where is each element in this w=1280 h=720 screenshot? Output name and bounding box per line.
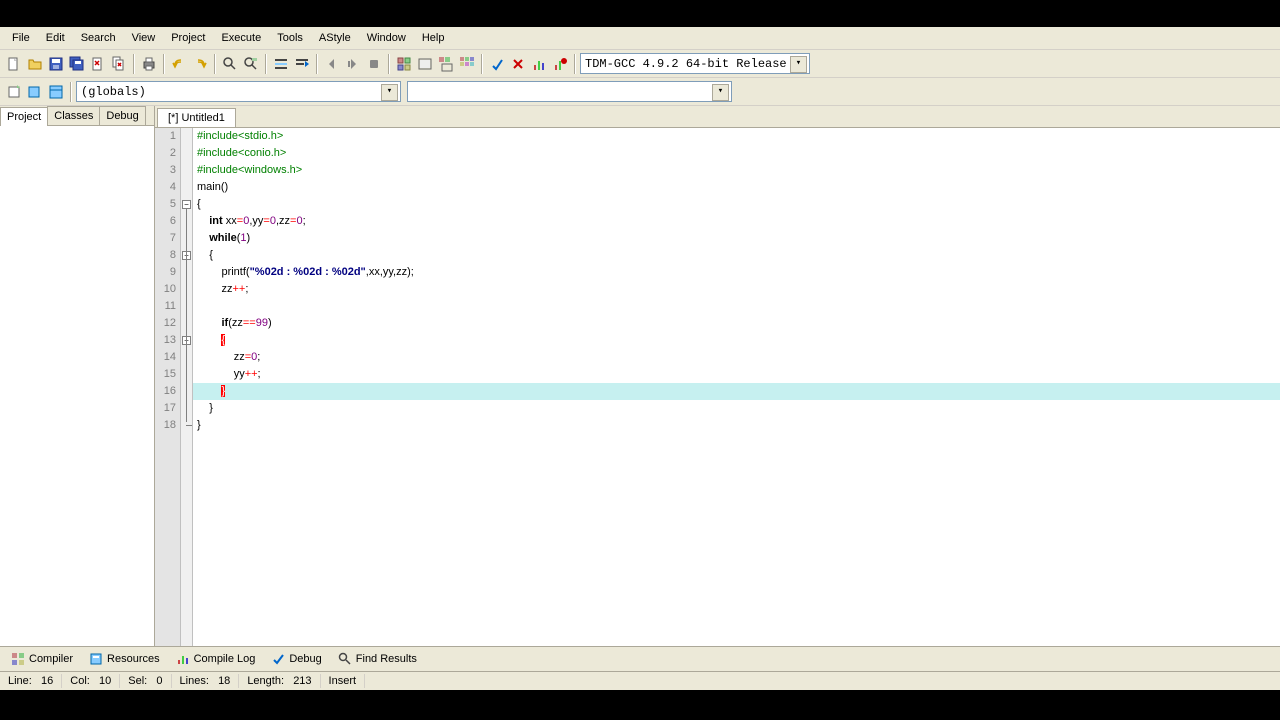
code-line[interactable]: printf("%02d : %02d : %02d",xx,yy,zz); [193, 264, 1280, 281]
compile-button[interactable] [394, 54, 414, 74]
rebuild-button[interactable] [457, 54, 477, 74]
close-button[interactable] [88, 54, 108, 74]
new-file-button[interactable] [4, 54, 24, 74]
save-all-button[interactable] [67, 54, 87, 74]
bottom-tab-find-results[interactable]: Find Results [331, 649, 424, 669]
file-tab[interactable]: [*] Untitled1 [157, 108, 236, 127]
menu-astyle[interactable]: AStyle [311, 29, 359, 47]
bottom-tab-compiler[interactable]: Compiler [4, 649, 80, 669]
nav-back-button[interactable] [322, 54, 342, 74]
menu-edit[interactable]: Edit [38, 29, 73, 47]
code-line[interactable]: yy++; [193, 366, 1280, 383]
bottom-tab-debug[interactable]: Debug [264, 649, 328, 669]
code-line[interactable]: while(1) [193, 230, 1280, 247]
save-button[interactable] [46, 54, 66, 74]
code-line[interactable]: #include<conio.h> [193, 145, 1280, 162]
nav-stop-button[interactable] [364, 54, 384, 74]
side-tab-debug[interactable]: Debug [99, 106, 145, 125]
code-line[interactable]: zz=0; [193, 349, 1280, 366]
nav-forward-button[interactable] [343, 54, 363, 74]
menu-project[interactable]: Project [163, 29, 213, 47]
side-tab-classes[interactable]: Classes [47, 106, 100, 125]
menu-search[interactable]: Search [73, 29, 124, 47]
menu-help[interactable]: Help [414, 29, 453, 47]
stop-button[interactable] [508, 54, 528, 74]
code-body[interactable]: #include<stdio.h>#include<conio.h>#inclu… [193, 128, 1280, 646]
redo-button[interactable] [190, 54, 210, 74]
find-button[interactable] [220, 54, 240, 74]
file-tabs: [*] Untitled1 [155, 106, 1280, 128]
run-button[interactable] [415, 54, 435, 74]
code-line[interactable]: zz++; [193, 281, 1280, 298]
status-length: Length: 213 [239, 674, 320, 688]
print-button[interactable] [139, 54, 159, 74]
code-line[interactable]: { [193, 332, 1280, 349]
scope-select[interactable]: (globals) [76, 81, 401, 102]
bottom-tabs: CompilerResourcesCompile LogDebugFind Re… [0, 646, 1280, 671]
delete-profile-button[interactable] [550, 54, 570, 74]
debug-button[interactable] [487, 54, 507, 74]
app-window: FileEditSearchViewProjectExecuteToolsASt… [0, 27, 1280, 690]
editor-area: [*] Untitled1 12345678910111213141516171… [155, 106, 1280, 646]
status-line: Line: 16 [0, 674, 62, 688]
compiler-select[interactable]: TDM-GCC 4.9.2 64-bit Release [580, 53, 810, 74]
line-gutter: 123456789101112131415161718 [155, 128, 181, 646]
code-line[interactable]: if(zz==99) [193, 315, 1280, 332]
side-panel: ProjectClassesDebug [0, 106, 155, 646]
code-line[interactable]: } [193, 417, 1280, 434]
bottom-tab-resources[interactable]: Resources [82, 649, 167, 669]
code-line[interactable]: #include<stdio.h> [193, 128, 1280, 145]
code-line[interactable]: { [193, 196, 1280, 213]
fold-toggle-icon[interactable]: − [182, 200, 191, 209]
secondary-toolbar: (globals) [0, 78, 1280, 106]
code-line[interactable]: } [193, 383, 1280, 400]
side-tab-project[interactable]: Project [0, 107, 48, 126]
new-class-button[interactable] [4, 82, 24, 102]
compile-run-button[interactable] [436, 54, 456, 74]
code-line[interactable]: } [193, 400, 1280, 417]
menu-window[interactable]: Window [359, 29, 414, 47]
open-file-button[interactable] [25, 54, 45, 74]
code-line[interactable]: int xx=0,yy=0,zz=0; [193, 213, 1280, 230]
menu-bar: FileEditSearchViewProjectExecuteToolsASt… [0, 27, 1280, 50]
goto-class-button[interactable] [25, 82, 45, 102]
fold-column[interactable]: −−− [181, 128, 193, 646]
code-line[interactable]: main() [193, 179, 1280, 196]
status-lines: Lines: 18 [172, 674, 240, 688]
goto-bookmark-button[interactable] [292, 54, 312, 74]
undo-button[interactable] [169, 54, 189, 74]
side-tabs: ProjectClassesDebug [0, 106, 154, 126]
status-bar: Line: 16 Col: 10 Sel: 0 Lines: 18 Length… [0, 671, 1280, 690]
main-toolbar: TDM-GCC 4.9.2 64-bit Release [0, 50, 1280, 78]
code-line[interactable] [193, 298, 1280, 315]
code-line[interactable]: #include<windows.h> [193, 162, 1280, 179]
code-line[interactable]: { [193, 247, 1280, 264]
close-all-button[interactable] [109, 54, 129, 74]
class-browser-button[interactable] [46, 82, 66, 102]
code-editor[interactable]: 123456789101112131415161718 −−− #include… [155, 128, 1280, 646]
side-panel-body [0, 126, 154, 646]
profile-button[interactable] [529, 54, 549, 74]
replace-button[interactable] [241, 54, 261, 74]
toggle-bookmark-button[interactable] [271, 54, 291, 74]
menu-tools[interactable]: Tools [269, 29, 311, 47]
menu-view[interactable]: View [124, 29, 164, 47]
status-sel: Sel: 0 [120, 674, 171, 688]
main-area: ProjectClassesDebug [*] Untitled1 123456… [0, 106, 1280, 646]
function-select[interactable] [407, 81, 732, 102]
status-mode: Insert [321, 674, 366, 688]
bottom-tab-compile-log[interactable]: Compile Log [169, 649, 263, 669]
menu-execute[interactable]: Execute [213, 29, 269, 47]
status-col: Col: 10 [62, 674, 120, 688]
menu-file[interactable]: File [4, 29, 38, 47]
